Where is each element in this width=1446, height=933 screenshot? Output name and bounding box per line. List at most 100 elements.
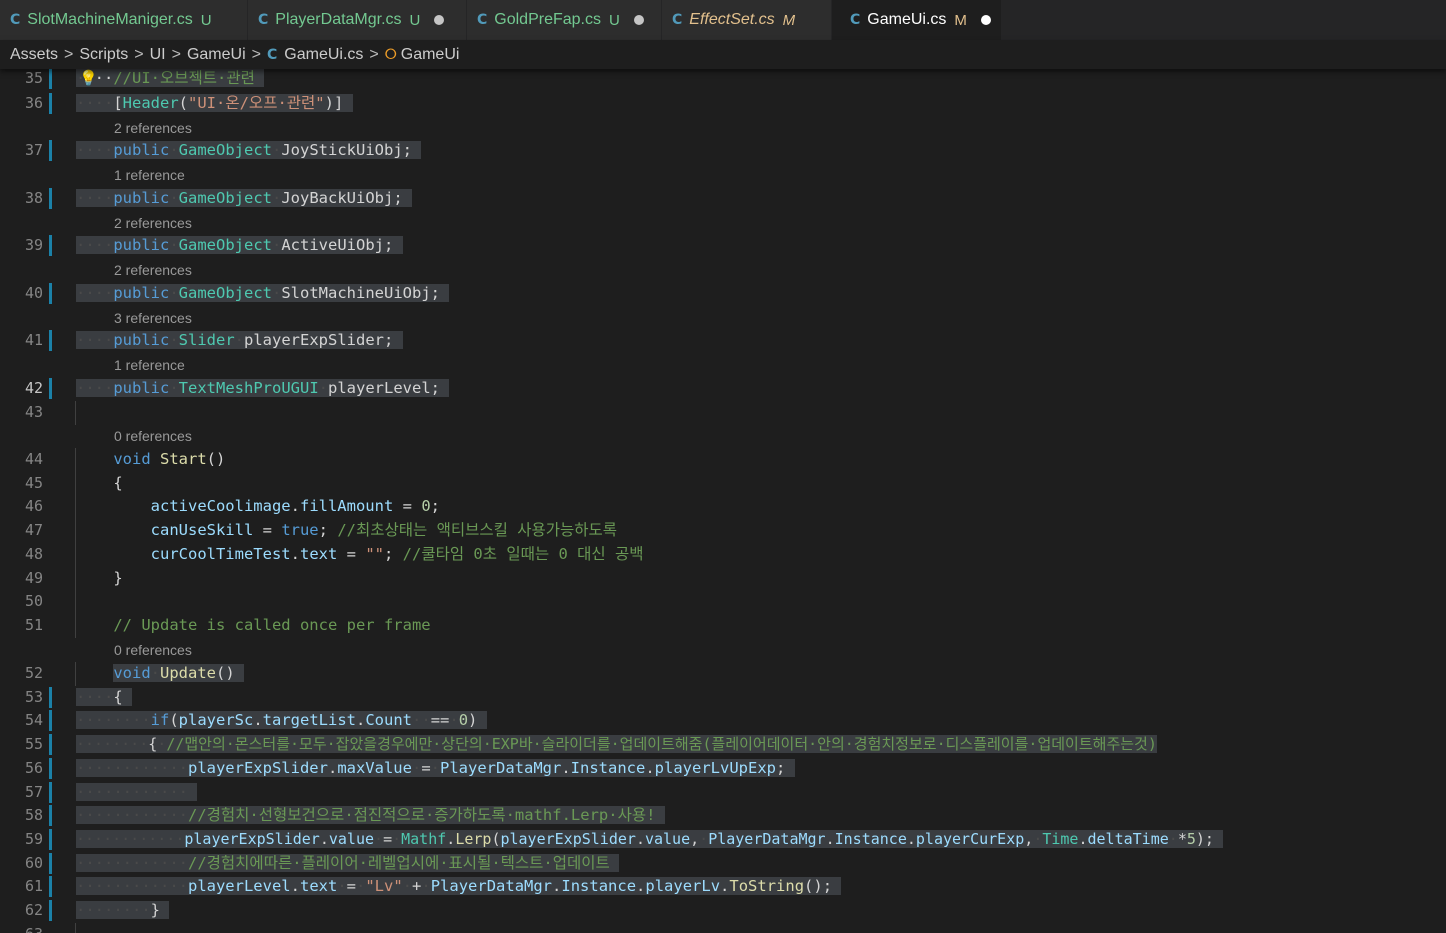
tab-goldprefap[interactable]: C GoldPreFap.cs U xyxy=(467,0,662,40)
git-change-marker[interactable] xyxy=(49,710,52,731)
tab-label: SlotMachineManiger.cs xyxy=(27,11,193,28)
line-number: 38 xyxy=(24,189,43,207)
code-line[interactable]: 62 ········} xyxy=(0,899,1446,922)
code-line[interactable]: 54 ········if(playerSc.targetList.Count·… xyxy=(0,709,1446,732)
line-number: 49 xyxy=(24,569,43,587)
codelens-references[interactable]: 2 references xyxy=(114,213,192,233)
git-status-badge: U xyxy=(609,11,620,29)
code-line[interactable]: 42 ····public·TextMeshProUGUI·playerLeve… xyxy=(0,377,1446,400)
code-text: } xyxy=(113,569,123,587)
git-change-marker[interactable] xyxy=(49,805,52,826)
code-line[interactable]: 44 void Start() xyxy=(0,448,1446,472)
code-line[interactable]: 38 ····public·GameObject·JoyBackUiObj; xyxy=(0,187,1446,210)
git-change-marker[interactable] xyxy=(49,235,52,256)
code-text: ············//경험치에따른·플레이어·레벨업시에·표시될·텍스트·… xyxy=(76,852,620,875)
tab-effectset[interactable]: C EffectSet.cs M xyxy=(662,0,832,40)
git-change-marker[interactable] xyxy=(49,93,52,114)
tab-label: GameUi.cs xyxy=(867,11,947,28)
code-line[interactable]: 39 ····public·GameObject·ActiveUiObj; xyxy=(0,234,1446,257)
csharp-file-icon: C xyxy=(672,12,683,28)
code-line[interactable]: 58 ············//경험치·선형보건으로·점진적으로·증가하도록·… xyxy=(0,804,1446,827)
line-number: 61 xyxy=(24,877,43,895)
git-change-marker[interactable] xyxy=(49,900,52,921)
git-change-marker[interactable] xyxy=(49,758,52,779)
code-line[interactable]: 50 xyxy=(0,590,1446,614)
git-change-marker[interactable] xyxy=(49,782,52,803)
csharp-file-icon: C xyxy=(477,12,488,28)
codelens-references[interactable]: 1 reference xyxy=(114,165,185,185)
codelens-references[interactable]: 2 references xyxy=(114,260,192,280)
indent-guide xyxy=(75,923,76,933)
git-change-marker[interactable] xyxy=(49,687,52,708)
breadcrumb-class[interactable]: GameUi xyxy=(401,46,460,64)
git-status-badge: M xyxy=(954,11,967,29)
code-line[interactable]: 60 ············//경험치에따른·플레이어·레벨업시에·표시될·텍… xyxy=(0,852,1446,875)
codelens-references[interactable]: 0 references xyxy=(114,426,192,446)
codelens-references[interactable]: 0 references xyxy=(114,640,192,660)
code-line[interactable]: 61 ············playerLevel.text·=·"Lv"·+… xyxy=(0,875,1446,898)
git-change-marker[interactable] xyxy=(49,140,52,161)
git-change-marker[interactable] xyxy=(49,734,52,755)
code-editor[interactable]: 35 ····//UI·오브젝트·관련 💡 36 ····[Header("UI… xyxy=(0,69,1446,933)
git-change-marker[interactable] xyxy=(49,378,52,399)
git-change-marker[interactable] xyxy=(49,876,52,897)
code-line[interactable]: 41 ····public·Slider·playerExpSlider; xyxy=(0,329,1446,352)
breadcrumb-file[interactable]: GameUi.cs xyxy=(284,46,363,64)
code-line[interactable]: 56 ············playerExpSlider.maxValue·… xyxy=(0,757,1446,780)
code-line[interactable]: 63 xyxy=(0,923,1446,933)
line-number: 50 xyxy=(24,592,43,610)
code-line[interactable]: 40 ····public·GameObject·SlotMachineUiOb… xyxy=(0,282,1446,305)
chevron-right-icon: > xyxy=(134,45,144,63)
git-change-marker[interactable] xyxy=(49,69,52,89)
code-text: ····//UI·오브젝트·관련 xyxy=(76,69,265,90)
codelens-references[interactable]: 2 references xyxy=(114,118,192,138)
breadcrumb-assets[interactable]: Assets xyxy=(10,46,58,64)
code-text: canUseSkill = true; //최초상태는 액티브스킬 사용가능하도… xyxy=(150,521,618,539)
line-number: 59 xyxy=(24,830,43,848)
git-change-marker[interactable] xyxy=(49,188,52,209)
code-line[interactable]: 52 void·Update() xyxy=(0,662,1446,686)
line-number: 35 xyxy=(24,69,43,87)
unsaved-dot-icon[interactable] xyxy=(434,15,445,25)
code-line[interactable]: 57 ············ xyxy=(0,781,1446,804)
code-line[interactable]: 46 activeCoolimage.fillAmount = 0; xyxy=(0,495,1446,519)
code-line[interactable]: 53 ····{ xyxy=(0,686,1446,709)
breadcrumb-scripts[interactable]: Scripts xyxy=(79,46,128,64)
lightbulb-icon[interactable]: 💡 xyxy=(79,69,98,87)
code-line[interactable]: 51 // Update is called once per frame xyxy=(0,614,1446,638)
line-number: 46 xyxy=(24,497,43,515)
tab-gameui[interactable]: C GameUi.cs M xyxy=(832,0,1002,40)
unsaved-dot-icon[interactable] xyxy=(980,15,991,25)
csharp-file-icon: C xyxy=(850,12,861,28)
tab-playerdatamgr[interactable]: C PlayerDataMgr.cs U xyxy=(248,0,467,40)
code-text: activeCoolimage.fillAmount = 0; xyxy=(150,497,440,515)
code-line[interactable]: 45 { xyxy=(0,472,1446,496)
git-status-badge: M xyxy=(782,11,796,29)
git-change-marker[interactable] xyxy=(49,853,52,874)
git-change-marker[interactable] xyxy=(49,283,52,304)
code-line[interactable]: 48 curCoolTimeTest.text = ""; //쿨타임 0초 일… xyxy=(0,543,1446,567)
codelens-references[interactable]: 1 reference xyxy=(114,355,185,375)
breadcrumb-gameui-folder[interactable]: GameUi xyxy=(187,46,246,64)
tab-slotmachinemaniger[interactable]: C SlotMachineManiger.cs U xyxy=(0,0,248,40)
git-change-marker[interactable] xyxy=(49,829,52,850)
code-line[interactable]: 59 ············playerExpSlider.value·=·M… xyxy=(0,828,1446,851)
chevron-right-icon: > xyxy=(369,45,379,63)
git-status-badge: U xyxy=(409,11,421,29)
unsaved-dot-icon[interactable] xyxy=(633,15,644,25)
code-line[interactable]: 47 canUseSkill = true; //최초상태는 액티브스킬 사용가… xyxy=(0,519,1446,543)
csharp-file-icon: C xyxy=(10,12,21,28)
line-number: 42 xyxy=(24,379,43,397)
code-line[interactable]: 43 xyxy=(0,401,1446,425)
breadcrumb-ui[interactable]: UI xyxy=(150,46,166,64)
code-text: // Update is called once per frame xyxy=(113,616,431,634)
code-line[interactable]: 36 ····[Header("UI·온/오프·관련")] xyxy=(0,92,1446,115)
code-line[interactable]: 37 ····public·GameObject·JoyStickUiObj; xyxy=(0,139,1446,162)
code-line[interactable]: 55 ········{·//맵안의·몬스터를·모두·잡았을경우에만·상단의·E… xyxy=(0,733,1446,756)
code-line[interactable]: 35 ····//UI·오브젝트·관련 💡 xyxy=(0,69,1446,90)
git-change-marker[interactable] xyxy=(49,330,52,351)
codelens-references[interactable]: 3 references xyxy=(114,308,192,328)
code-line[interactable]: 49 } xyxy=(0,567,1446,591)
chevron-right-icon: > xyxy=(171,45,181,63)
code-text: ············ xyxy=(76,781,198,804)
